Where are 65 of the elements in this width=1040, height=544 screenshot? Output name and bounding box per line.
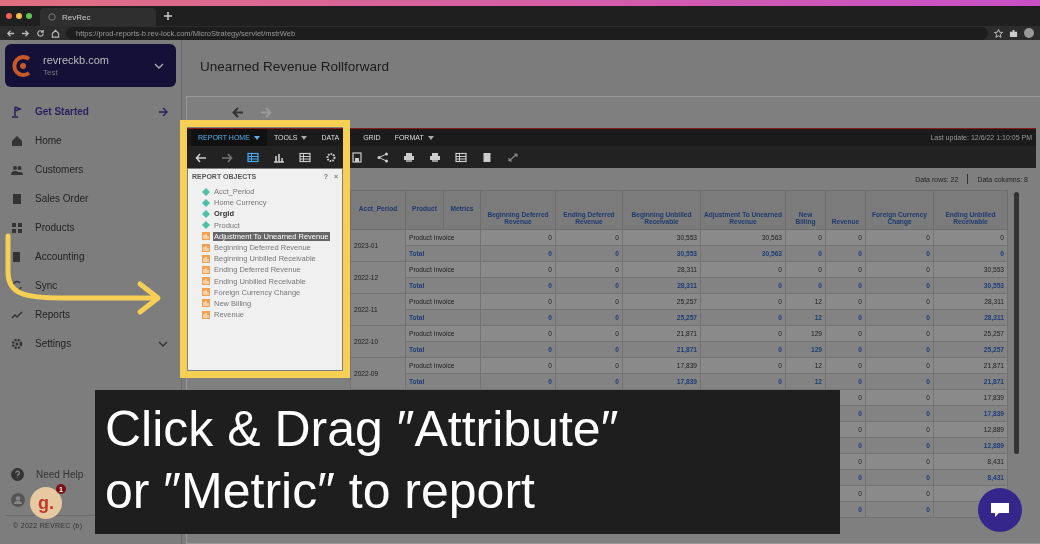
chevron-down-icon: [154, 62, 164, 69]
printer-icon[interactable]: [429, 151, 441, 163]
flag-icon: [11, 105, 23, 118]
metric-icon: [202, 310, 210, 319]
org-switcher[interactable]: revreckb.com Test: [5, 44, 176, 87]
forward-icon[interactable]: [21, 28, 30, 38]
metric-icon: [202, 265, 210, 274]
gear-icon: [11, 337, 23, 350]
back-icon[interactable]: [6, 28, 15, 38]
arrow-right-icon: [158, 106, 168, 117]
chat-icon: [990, 502, 1010, 518]
grid-icon: [11, 221, 23, 234]
environment-label: Test: [43, 68, 59, 77]
metric-icon: [202, 277, 210, 286]
table-icon[interactable]: [247, 151, 259, 163]
gear-icon[interactable]: [325, 151, 337, 163]
nav-item[interactable]: Accounting: [5, 242, 176, 271]
org-name: revreckb.com: [43, 54, 111, 66]
metric-icon: [202, 232, 210, 241]
home-icon: [11, 134, 23, 147]
nav-item[interactable]: Customers: [5, 155, 176, 184]
save-icon[interactable]: [351, 151, 363, 163]
metric-icon: [202, 243, 210, 252]
expand-icon[interactable]: [507, 151, 519, 163]
help-link[interactable]: Need Help: [5, 463, 90, 485]
profile-icon[interactable]: [1024, 28, 1034, 38]
metric-icon: [202, 288, 210, 297]
caption-text: Click & Drag ″Attribute″: [105, 400, 620, 459]
nav-item[interactable]: Reports: [5, 300, 176, 329]
nav-item[interactable]: Settings: [5, 329, 176, 358]
sync-icon: [11, 279, 23, 292]
table-icon[interactable]: [299, 151, 311, 163]
trend-icon: [11, 308, 23, 321]
caret-icon: [253, 135, 260, 140]
people-icon: [11, 163, 23, 176]
document-icon[interactable]: [481, 151, 493, 163]
caret-icon: [427, 135, 434, 140]
reload-icon[interactable]: [36, 28, 45, 38]
book-icon: [11, 250, 23, 263]
nav-item[interactable]: Get Started: [5, 97, 176, 126]
home-icon[interactable]: [51, 28, 60, 38]
chevron-down-icon: [158, 340, 168, 347]
printer-icon[interactable]: [403, 151, 415, 163]
share-icon[interactable]: [377, 151, 389, 163]
star-icon[interactable]: [994, 28, 1003, 38]
nav-item[interactable]: Sales Order: [5, 184, 176, 213]
globe-icon: [48, 13, 56, 21]
metric-icon: [202, 254, 210, 263]
table-icon[interactable]: [455, 151, 467, 163]
new-tab-icon[interactable]: [164, 12, 172, 20]
scrollbar[interactable]: [1014, 192, 1019, 454]
nav-item[interactable]: Sync: [5, 271, 176, 300]
undo-icon[interactable]: [195, 151, 207, 163]
nav-item[interactable]: Products: [5, 213, 176, 242]
document-icon: [11, 192, 23, 205]
page-title: Unearned Revenue Rollforward: [199, 57, 391, 76]
nav-item[interactable]: Home: [5, 126, 176, 155]
browser-tab[interactable]: RevRec: [40, 8, 156, 26]
back-arrow-icon[interactable]: [232, 107, 244, 118]
question-icon: [11, 467, 24, 481]
metric-icon: [202, 299, 210, 308]
bar-chart-icon[interactable]: [273, 151, 285, 163]
caption-text: or ″Metric″ to report: [105, 462, 536, 521]
caret-icon: [301, 135, 308, 140]
redo-icon[interactable]: [221, 151, 233, 163]
